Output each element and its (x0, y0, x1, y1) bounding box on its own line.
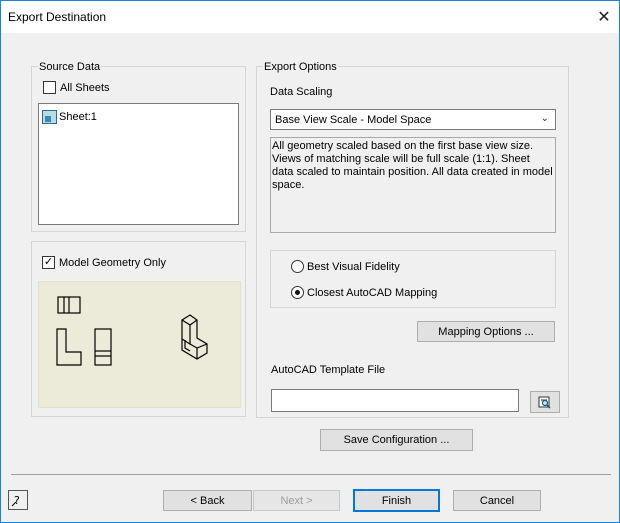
save-configuration-button[interactable]: Save Configuration ... (320, 429, 473, 451)
mapping-options-button[interactable]: Mapping Options ... (417, 321, 555, 342)
export-options-label: Export Options (263, 61, 338, 73)
mapping-radio-group (270, 250, 556, 308)
source-data-label: Source Data (38, 61, 102, 73)
mapping-options-label: Mapping Options ... (438, 325, 534, 338)
sheets-listbox[interactable]: Sheet:1 (38, 103, 239, 225)
all-sheets-label: All Sheets (60, 81, 110, 94)
model-geometry-box[interactable]: ✓ (42, 256, 55, 269)
side-view-shape (94, 328, 112, 366)
chevron-down-icon: ⌄ (540, 113, 549, 124)
model-geometry-checkbox[interactable]: ✓ Model Geometry Only (42, 256, 166, 269)
data-scaling-value: Base View Scale - Model Space (275, 114, 432, 126)
front-view-shape (56, 328, 82, 366)
preview-drawing (56, 296, 208, 366)
sheet-name: Sheet:1 (59, 111, 97, 123)
best-visual-fidelity-circle[interactable] (291, 260, 304, 273)
cancel-button[interactable]: Cancel (453, 490, 541, 511)
title-bar: Export Destination ✕ (1, 1, 619, 33)
best-visual-fidelity-radio[interactable]: Best Visual Fidelity (291, 260, 400, 273)
scaling-description-text: All geometry scaled based on the first b… (272, 140, 553, 191)
finish-button[interactable]: Finish (353, 489, 440, 512)
sheet-list-item[interactable]: Sheet:1 (42, 110, 97, 124)
all-sheets-checkbox[interactable]: All Sheets (43, 81, 110, 94)
model-geometry-label: Model Geometry Only (59, 256, 166, 269)
closest-autocad-mapping-circle[interactable] (291, 286, 304, 299)
svg-text:?: ? (14, 494, 20, 507)
help-icon: ? (11, 494, 20, 507)
close-icon: ✕ (597, 9, 611, 26)
closest-autocad-mapping-label: Closest AutoCAD Mapping (307, 286, 438, 299)
best-visual-fidelity-label: Best Visual Fidelity (307, 260, 400, 273)
save-configuration-label: Save Configuration ... (343, 434, 450, 446)
next-label: Next > (280, 494, 313, 507)
help-button[interactable]: ? (8, 490, 28, 510)
template-file-label: AutoCAD Template File (271, 364, 386, 376)
back-label: < Back (190, 494, 225, 507)
export-destination-dialog: Export Destination ✕ Source Data All She… (0, 0, 620, 523)
browse-template-button[interactable] (530, 391, 560, 413)
back-button[interactable]: < Back (163, 490, 252, 511)
window-title: Export Destination (8, 10, 107, 24)
scaling-description: All geometry scaled based on the first b… (270, 137, 556, 233)
close-button[interactable]: ✕ (589, 1, 619, 33)
cancel-label: Cancel (479, 494, 515, 507)
geometry-preview (38, 281, 241, 408)
closest-autocad-mapping-radio[interactable]: Closest AutoCAD Mapping (291, 286, 437, 299)
folder-search-icon (538, 396, 551, 409)
data-scaling-label: Data Scaling (270, 86, 333, 98)
footer-separator (11, 474, 611, 475)
sheet-icon (42, 110, 57, 124)
template-file-input[interactable] (271, 389, 519, 412)
all-sheets-box[interactable] (43, 81, 56, 94)
finish-label: Finish (381, 494, 412, 507)
next-button[interactable]: Next > (253, 490, 340, 511)
data-scaling-dropdown[interactable]: Base View Scale - Model Space ⌄ (270, 109, 556, 130)
